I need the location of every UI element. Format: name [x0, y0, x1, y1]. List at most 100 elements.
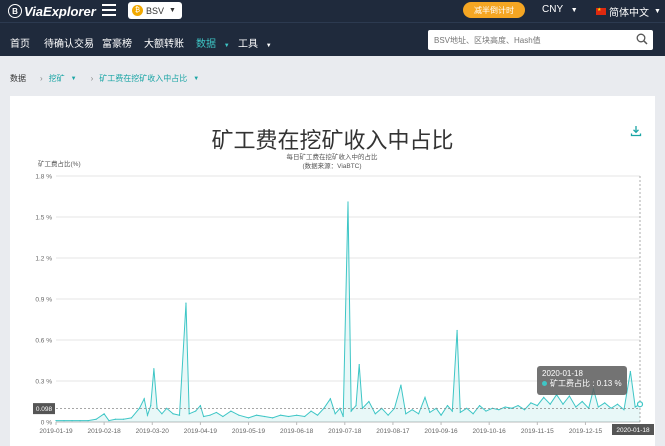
data-point	[304, 415, 306, 418]
data-point	[361, 407, 364, 409]
data-point	[288, 415, 290, 418]
data-point	[71, 420, 73, 422]
data-point	[178, 414, 181, 416]
data-point	[263, 415, 266, 418]
x-tick-label: 2019-01-19	[39, 428, 73, 435]
data-point	[185, 302, 187, 304]
data-point	[472, 413, 474, 415]
y-tick-label: 1.8 %	[35, 174, 52, 181]
data-point	[114, 418, 116, 420]
data-point	[400, 384, 402, 386]
data-point	[604, 402, 606, 404]
data-point	[411, 409, 413, 411]
data-point	[498, 409, 500, 411]
series-dot-icon	[542, 381, 547, 386]
data-point	[440, 414, 442, 416]
data-point	[405, 413, 407, 415]
tooltip-date: 2020-01-18	[542, 369, 583, 378]
y-tick-label: 1.5 %	[35, 215, 52, 222]
data-point	[95, 418, 97, 420]
y-axis-label: 矿工费占比(%)	[38, 159, 81, 168]
data-point	[161, 413, 163, 415]
data-point	[310, 410, 312, 412]
x-tick-label: 2019-08-17	[376, 428, 410, 435]
chart-subtitle: 每日矿工费在挖矿收入中的占比	[287, 152, 379, 161]
x-tick-label: 2019-03-20	[136, 428, 170, 435]
data-point	[130, 417, 133, 419]
data-point	[581, 400, 583, 403]
data-point	[368, 400, 370, 403]
y-marker-label: 0.098	[36, 406, 53, 413]
data-point	[143, 398, 145, 400]
data-point	[172, 413, 174, 415]
tooltip-value-row: 矿工费占比 : 0.13 %	[542, 378, 622, 389]
tooltip-value: 矿工费占比 : 0.13 %	[550, 379, 622, 388]
data-point	[122, 418, 124, 420]
data-point	[108, 420, 110, 422]
data-point	[355, 405, 357, 407]
data-point	[63, 420, 65, 422]
data-point	[478, 405, 481, 407]
chart-tooltip: 2020-01-18 矿工费占比 : 0.13 %	[537, 366, 627, 395]
data-point	[271, 417, 274, 419]
data-point	[634, 406, 636, 408]
data-point	[459, 411, 461, 414]
data-point	[629, 370, 631, 373]
data-point	[87, 420, 89, 422]
data-point	[358, 364, 360, 366]
x-tick-label: 2019-12-15	[569, 428, 603, 435]
y-tick-label: 0.6 %	[35, 338, 52, 345]
data-point	[429, 411, 431, 414]
highlight-point	[636, 401, 644, 408]
data-point	[549, 403, 551, 405]
data-point	[209, 414, 211, 416]
data-point	[504, 406, 506, 408]
x-tick-label: 2019-07-18	[328, 428, 362, 435]
data-point	[575, 406, 577, 408]
data-point	[329, 398, 331, 400]
data-point	[255, 414, 258, 416]
y-tick-label: 1.2 %	[35, 256, 52, 263]
data-point	[334, 413, 336, 415]
data-point	[55, 420, 57, 422]
data-point	[103, 413, 105, 415]
x-tick-label: 2019-11-15	[521, 428, 554, 435]
data-point	[194, 410, 197, 412]
data-point	[543, 396, 545, 398]
data-point	[466, 407, 468, 409]
data-point	[523, 409, 526, 411]
data-point	[280, 414, 282, 416]
data-point	[238, 414, 240, 416]
data-point	[215, 411, 218, 414]
data-point	[138, 407, 141, 409]
data-point	[79, 420, 81, 422]
data-point	[374, 413, 376, 415]
x-tick-label: 2019-10-16	[473, 428, 507, 435]
data-point	[451, 410, 453, 412]
data-point	[517, 405, 519, 407]
data-point	[146, 414, 149, 416]
data-point	[562, 403, 564, 405]
data-point	[247, 417, 250, 419]
data-point	[316, 414, 319, 416]
x-marker-label: 2020-01-18	[616, 427, 650, 434]
data-point	[424, 396, 426, 398]
data-point	[485, 410, 487, 412]
data-point	[203, 415, 205, 418]
data-point	[296, 414, 298, 416]
data-point	[350, 410, 352, 412]
data-point	[417, 413, 420, 415]
chart-source: (数据来源：ViaBTC)	[302, 161, 361, 170]
data-point	[230, 410, 232, 412]
data-point	[393, 407, 396, 409]
data-point	[150, 405, 152, 407]
data-point	[188, 413, 190, 415]
data-point	[456, 329, 458, 332]
y-tick-label: 0 %	[41, 420, 52, 427]
data-point	[610, 407, 612, 409]
y-tick-label: 0.9 %	[35, 297, 52, 304]
x-tick-label: 2019-05-19	[232, 428, 266, 435]
y-tick-label: 0.3 %	[35, 379, 52, 386]
data-point	[536, 405, 538, 407]
data-point	[347, 201, 349, 203]
